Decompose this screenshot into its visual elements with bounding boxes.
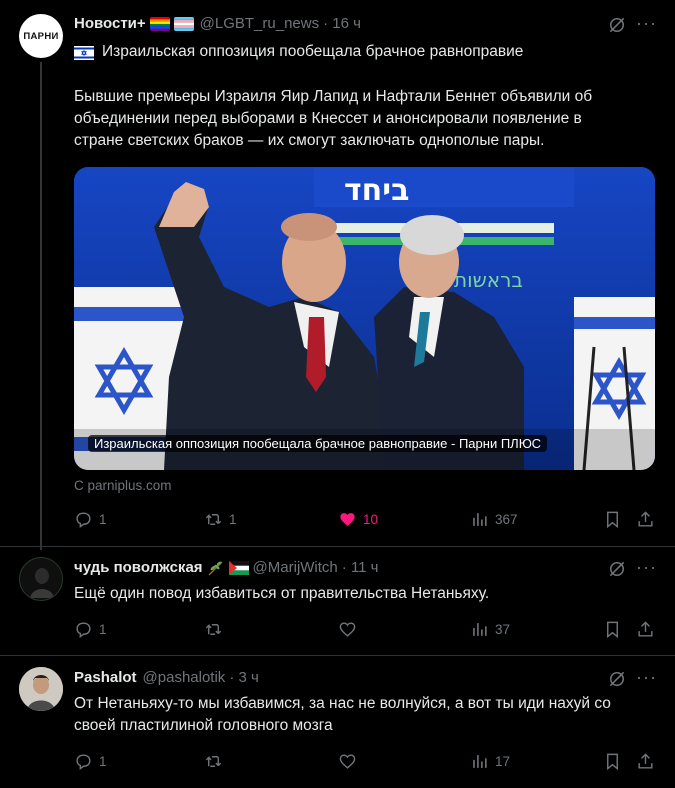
more-options-icon[interactable]: ··· [636, 557, 657, 578]
tweet-text: Бывшие премьеры Израиля Яир Лапид и Нафт… [74, 88, 593, 149]
reply-icon [76, 622, 91, 639]
author-handle[interactable]: @MarijWitch [253, 559, 338, 576]
bookmark-button[interactable] [603, 620, 622, 639]
tweet-text: Ещё один повод избавиться от правительст… [74, 585, 490, 602]
svg-text:בראשות: בראשות [454, 268, 523, 292]
retweet-button[interactable] [204, 752, 223, 771]
card-source[interactable]: С parniplus.com [74, 478, 172, 493]
bookmark-button[interactable] [603, 752, 622, 771]
retweet-button[interactable] [204, 620, 223, 639]
retweet-count: 1 [229, 512, 237, 527]
retweet-button[interactable]: 1 [204, 510, 237, 529]
retweet-icon [205, 623, 222, 635]
divider [0, 546, 675, 547]
olive-branch-icon [207, 560, 225, 576]
share-icon [638, 621, 653, 637]
views-icon [473, 513, 487, 526]
timestamp[interactable]: · 11 ч [342, 559, 379, 576]
heart-icon [339, 622, 356, 637]
share-button[interactable] [636, 620, 655, 639]
views-icon [473, 623, 487, 636]
views-button[interactable]: 367 [470, 510, 518, 529]
reply-icon [76, 512, 91, 529]
grok-icon[interactable] [607, 559, 627, 584]
reply-button[interactable]: 1 [74, 510, 107, 529]
retweet-icon [205, 755, 222, 767]
rainbow-flag-icon [149, 16, 170, 31]
author-name[interactable]: Pashalot [74, 669, 137, 686]
share-icon [638, 511, 653, 527]
more-options-icon[interactable]: ··· [636, 13, 657, 34]
timestamp[interactable]: · 16 ч [323, 15, 361, 32]
views-count: 367 [495, 512, 518, 527]
share-button[interactable] [636, 752, 655, 771]
share-icon [638, 753, 653, 769]
svg-text:ביחד: ביחד [344, 173, 409, 208]
card-image: ביחד בראשות [74, 167, 655, 470]
bookmark-icon [607, 621, 618, 639]
tweet-text: От Нетаньяху-то мы избавимся, за нас не … [74, 695, 611, 734]
grok-icon[interactable] [607, 15, 627, 40]
israel-flag-icon [74, 45, 94, 60]
heart-filled-icon [340, 513, 355, 526]
reply-count: 1 [99, 512, 107, 527]
bookmark-icon [607, 511, 618, 529]
like-button[interactable] [338, 752, 357, 771]
avatar-logo-text: ПАРНИ [23, 30, 59, 42]
reply-icon [76, 754, 91, 771]
like-count: 10 [363, 512, 379, 527]
avatar[interactable]: ПАРНИ [19, 14, 63, 58]
reply-button[interactable]: 1 [74, 620, 107, 639]
reply-count: 1 [99, 754, 107, 769]
views-icon [473, 755, 487, 768]
reply-button[interactable]: 1 [74, 752, 107, 771]
like-button[interactable]: 10 [338, 510, 378, 529]
avatar[interactable] [19, 557, 63, 601]
timestamp[interactable]: · 3 ч [229, 669, 259, 686]
palestine-flag-icon [228, 560, 249, 575]
card-caption: Израильская оппозиция пообещала брачное … [88, 435, 548, 452]
views-button[interactable]: 17 [470, 752, 510, 771]
tweet-title: Израильская оппозиция пообещала брачное … [102, 43, 524, 60]
author-name[interactable]: чудь поволжская [74, 559, 203, 576]
bookmark-icon [607, 753, 618, 771]
author-handle[interactable]: @pashalotik [143, 669, 226, 686]
views-count: 37 [495, 622, 511, 637]
like-button[interactable] [338, 620, 357, 639]
card-caption-text: Израильская оппозиция пообещала брачное … [94, 436, 542, 451]
author-handle[interactable]: @LGBT_ru_news [200, 15, 319, 32]
share-button[interactable] [636, 510, 655, 529]
grok-icon[interactable] [607, 669, 627, 694]
retweet-icon [205, 513, 222, 525]
author-name[interactable]: Новости+ [74, 15, 146, 32]
trans-flag-icon [173, 16, 194, 31]
divider [0, 655, 675, 656]
thread-line [40, 62, 42, 550]
bookmark-button[interactable] [603, 510, 622, 529]
reply-count: 1 [99, 622, 107, 637]
avatar[interactable] [19, 667, 63, 711]
views-count: 17 [495, 754, 511, 769]
heart-icon [339, 754, 356, 769]
more-options-icon[interactable]: ··· [636, 667, 657, 688]
views-button[interactable]: 37 [470, 620, 510, 639]
link-card[interactable]: ביחד בראשות Израильская оппозиция пообещ… [74, 167, 655, 470]
